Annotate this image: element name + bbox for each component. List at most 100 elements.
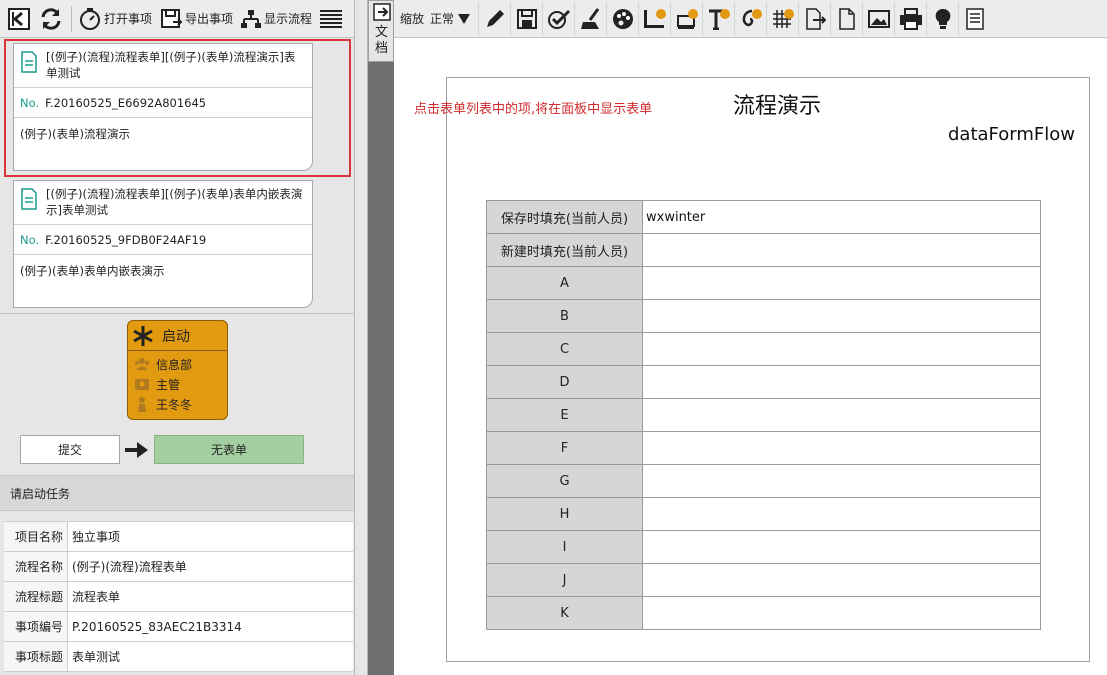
field-input[interactable] [642, 431, 1041, 465]
table-row: H [486, 497, 1041, 531]
asterisk-icon [133, 325, 153, 346]
field-input[interactable] [642, 398, 1041, 432]
field-label: D [486, 365, 643, 399]
back-button[interactable] [4, 4, 34, 34]
tips-button[interactable] [926, 1, 958, 36]
table-row: D [486, 365, 1041, 399]
form-hint: 点击表单列表中的项,将在面板中显示表单 [414, 102, 653, 117]
validate-button[interactable] [542, 1, 574, 36]
refresh-button[interactable] [35, 4, 67, 34]
field-input[interactable] [642, 497, 1041, 531]
field-input[interactable] [642, 596, 1041, 630]
field-label: A [486, 266, 643, 300]
toolbar-separator [71, 5, 72, 32]
style-button[interactable] [606, 1, 638, 36]
clear-button[interactable] [574, 1, 606, 36]
flow-area: 启动 信息部 主管 王冬冬 提交 无表单 [0, 313, 354, 475]
edit-button[interactable] [478, 1, 510, 36]
form-toolbar: 缩放 正常 [394, 0, 1107, 38]
flow-person-label: 王冬冬 [156, 397, 193, 412]
table-row: A [486, 266, 1041, 300]
print-button[interactable] [894, 1, 926, 36]
list-view-button[interactable] [316, 4, 346, 34]
field-input[interactable] [642, 464, 1041, 498]
list-item[interactable]: [(例子)(流程)流程表单][(例子)(表单)表单内嵌表演示]表单测试 No. … [13, 180, 313, 308]
field-label: J [486, 563, 643, 597]
export-item-button[interactable]: 导出事项 [156, 4, 236, 34]
show-flow-button[interactable]: 显示流程 [237, 4, 315, 34]
export-file-icon [805, 7, 826, 30]
prop-key: 流程名称 [4, 552, 68, 581]
org-chart-icon [241, 9, 262, 28]
file-icon [838, 7, 855, 30]
export-button[interactable] [798, 1, 830, 36]
document-tab[interactable]: 文档 [368, 0, 394, 62]
field-input[interactable]: wxwinter [642, 200, 1041, 234]
side-strip: 文档 [368, 0, 394, 675]
table-row: E [486, 398, 1041, 432]
spiral-icon [742, 8, 762, 26]
flow-role-label: 主管 [156, 377, 181, 392]
field-input[interactable] [642, 266, 1041, 300]
submit-button[interactable]: 提交 [20, 435, 120, 464]
dropdown-icon [458, 13, 471, 24]
grid-button[interactable] [766, 1, 798, 36]
prop-value: 流程表单 [68, 582, 353, 611]
timer-icon [80, 7, 100, 30]
item-description: (例子)(表单)表单内嵌表演示 [20, 264, 165, 278]
field-input[interactable] [642, 233, 1041, 267]
pencil-icon [486, 9, 504, 27]
document-icon [21, 188, 37, 210]
start-node-header: 启动 [128, 321, 227, 351]
table-row: 流程标题 流程表单 [4, 582, 353, 612]
person-icon [138, 397, 146, 412]
table-row: G [486, 464, 1041, 498]
field-input[interactable] [642, 299, 1041, 333]
show-flow-label: 显示流程 [264, 12, 313, 26]
field-input[interactable] [642, 530, 1041, 564]
zoom-value: 正常 [430, 12, 455, 26]
left-panel: 打开事项 导出事项 显示流程 [(例子)(流程)流程表单][(例子)(表单)流程… [0, 0, 355, 675]
no-form-button[interactable]: 无表单 [154, 435, 304, 464]
panel-splitter[interactable] [355, 0, 368, 675]
new-document-button[interactable] [830, 1, 862, 36]
start-node-title: 启动 [162, 328, 190, 345]
printer-icon [899, 7, 922, 30]
open-item-button[interactable]: 打开事项 [75, 4, 155, 34]
collapse-icon [373, 3, 391, 21]
field-input[interactable] [642, 332, 1041, 366]
notes-button[interactable] [958, 1, 990, 36]
resize-icon [676, 8, 698, 29]
row-height-button[interactable] [670, 1, 702, 36]
item-number-row: No. F.20160525_9FDB0F24AF19 [14, 225, 312, 255]
text-icon [708, 8, 730, 30]
form-title: 流程演示 [733, 94, 822, 119]
field-input[interactable] [642, 563, 1041, 597]
broom-icon [580, 7, 599, 29]
column-width-button[interactable] [638, 1, 670, 36]
prop-key: 事项编号 [4, 612, 68, 641]
status-text: 请启动任务 [0, 475, 354, 511]
prop-value: 独立事项 [68, 522, 353, 551]
prop-key: 流程标题 [4, 582, 68, 611]
table-row: 新建时填充(当前人员) [486, 233, 1041, 267]
field-input[interactable] [642, 365, 1041, 399]
field-label: C [486, 332, 643, 366]
group-icon [135, 358, 149, 370]
field-label: F [486, 431, 643, 465]
selected-item-highlight [4, 39, 351, 177]
export-item-label: 导出事项 [185, 12, 234, 26]
start-node[interactable]: 启动 信息部 主管 王冬冬 [127, 320, 228, 420]
spiral-button[interactable] [734, 1, 766, 36]
zoom-select[interactable]: 缩放 正常 [400, 10, 471, 27]
save-button[interactable] [510, 1, 542, 36]
prop-value: P.20160525_83AEC21B3314 [68, 612, 353, 641]
prop-value: (例子)(流程)流程表单 [68, 552, 353, 581]
image-button[interactable] [862, 1, 894, 36]
text-button[interactable] [702, 1, 734, 36]
field-label: B [486, 299, 643, 333]
table-row: J [486, 563, 1041, 597]
open-item-label: 打开事项 [104, 12, 153, 26]
palette-icon [612, 8, 633, 29]
flow-person: 王冬冬 [128, 394, 227, 414]
